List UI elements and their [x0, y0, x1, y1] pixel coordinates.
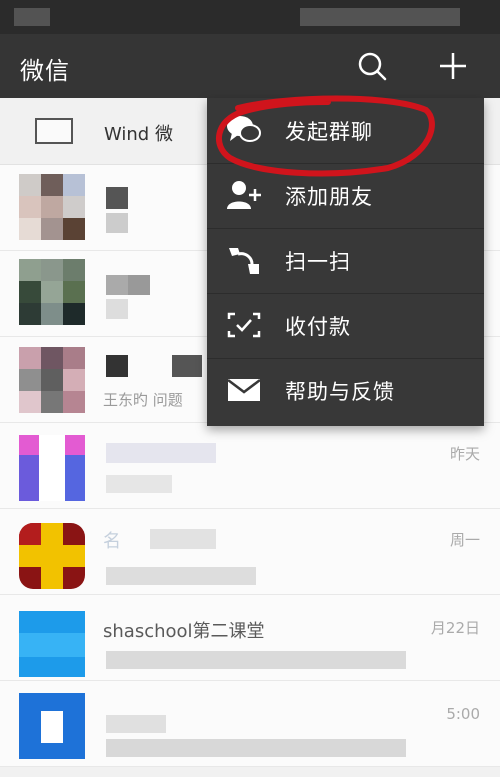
blur-block	[106, 299, 128, 319]
plus-icon[interactable]	[435, 48, 471, 84]
blur-block	[106, 275, 128, 295]
menu-item-payment[interactable]: 收付款	[207, 293, 484, 359]
add-user-icon	[226, 179, 262, 211]
avatar	[19, 435, 85, 501]
chat-row[interactable]: 名 周一	[0, 509, 500, 595]
chat-name: shaschool第二课堂	[103, 621, 265, 642]
menu-label: 收付款	[285, 315, 351, 339]
chat-time: 昨天	[449, 445, 480, 463]
scan-icon	[226, 244, 262, 276]
menu-label: 添加朋友	[285, 185, 373, 209]
blur-block	[106, 443, 216, 463]
blur-block	[128, 275, 150, 295]
computer-icon	[35, 118, 73, 144]
chat-time: 月22日	[430, 619, 480, 637]
popup-menu: 发起群聊 添加朋友 扫一扫 收付款 帮助与反馈	[207, 98, 484, 426]
menu-item-group-chat[interactable]: 发起群聊	[207, 98, 484, 164]
blur-block	[172, 355, 202, 377]
pc-login-text: Wind 微	[104, 124, 173, 145]
avatar	[19, 174, 85, 240]
blur-block	[150, 529, 216, 549]
menu-item-help-feedback[interactable]: 帮助与反馈	[207, 358, 484, 423]
avatar	[19, 693, 85, 759]
blur-block	[106, 355, 128, 377]
blur-block	[106, 567, 256, 585]
chat-bubbles-icon	[226, 114, 262, 146]
chat-row[interactable]: 昨天	[0, 423, 500, 509]
menu-label: 帮助与反馈	[285, 380, 395, 404]
blur-block	[106, 187, 128, 209]
blur-block	[106, 651, 406, 669]
menu-label: 扫一扫	[285, 250, 351, 274]
blur-block	[106, 715, 166, 733]
chat-time: 周一	[449, 531, 480, 549]
avatar	[19, 347, 85, 413]
chat-row[interactable]: shaschool第二课堂 月22日	[0, 595, 500, 681]
menu-item-scan[interactable]: 扫一扫	[207, 228, 484, 294]
top-bar: 微信	[0, 34, 500, 98]
chat-row[interactable]: 5:00	[0, 681, 500, 767]
menu-label: 发起群聊	[285, 120, 373, 144]
avatar	[19, 523, 85, 589]
status-blur	[300, 8, 460, 26]
blur-block	[106, 739, 406, 757]
blur-block	[106, 475, 172, 493]
avatar	[19, 611, 85, 677]
page-title: 微信	[20, 57, 70, 85]
chat-preview: 王东旳 问题	[103, 391, 183, 409]
status-blur	[14, 8, 50, 26]
chat-name: 名	[103, 531, 121, 552]
chat-time: 5:00	[446, 705, 480, 723]
status-bar	[0, 0, 500, 34]
mail-icon	[226, 374, 262, 406]
menu-item-add-friend[interactable]: 添加朋友	[207, 163, 484, 229]
payment-icon	[226, 309, 262, 341]
blur-block	[106, 213, 128, 233]
search-icon[interactable]	[354, 48, 390, 84]
avatar	[19, 259, 85, 325]
